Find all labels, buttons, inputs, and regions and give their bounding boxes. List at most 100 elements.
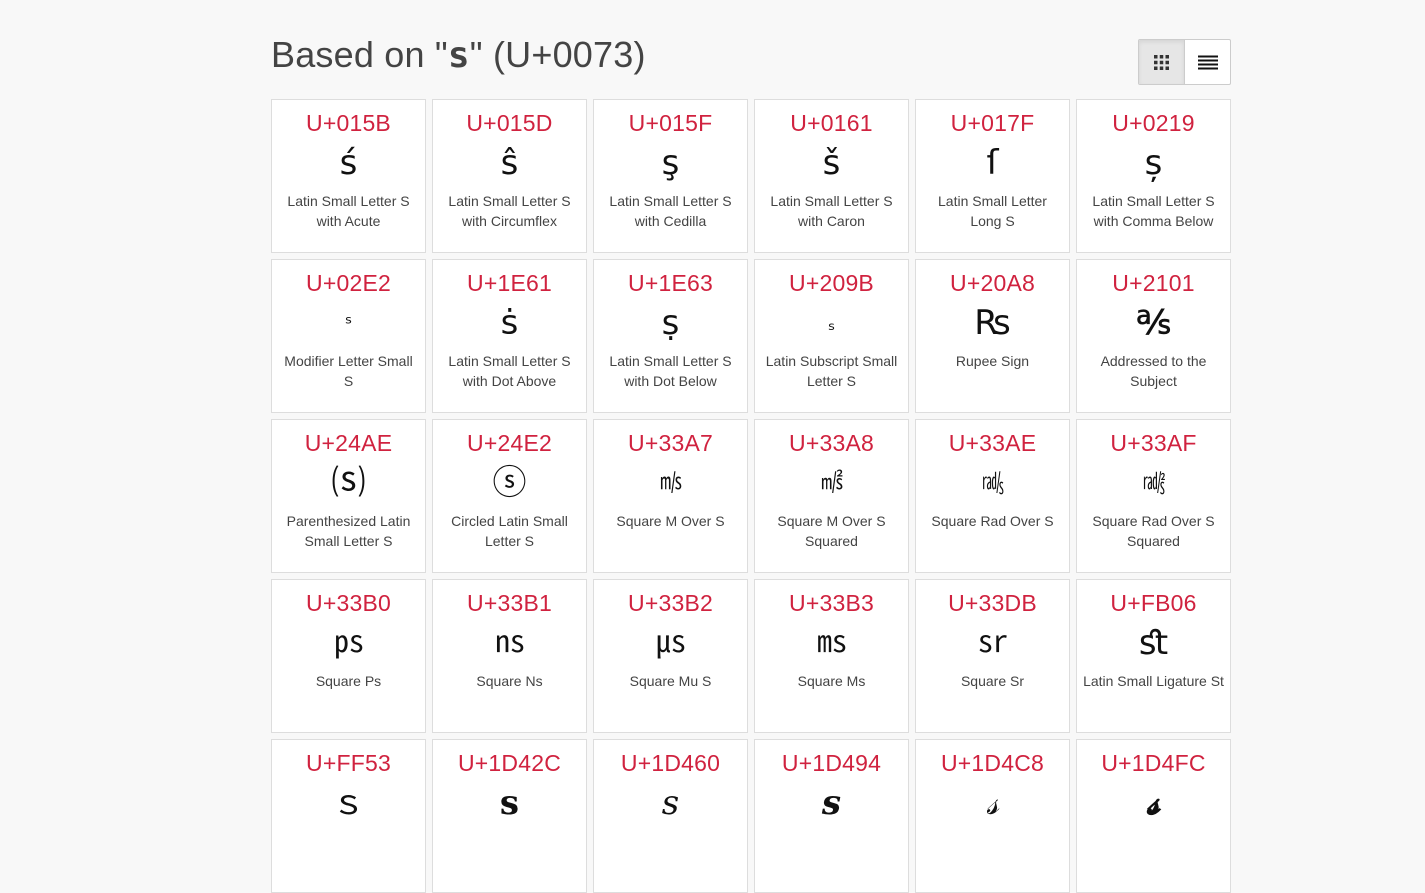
character-card[interactable]: U+1D42C 𝐬	[432, 739, 587, 893]
code-point: U+1E63	[628, 270, 713, 296]
character-name: Latin Small Letter S with Caron	[770, 193, 893, 229]
base-character: s	[447, 35, 470, 76]
character-glyph: ṣ	[661, 303, 680, 343]
character-card[interactable]: U+1D460 𝑠	[593, 739, 748, 893]
character-card[interactable]: U+33B1 ㎱ Square Ns	[432, 579, 587, 733]
character-card[interactable]: U+1D494 𝒔	[754, 739, 909, 893]
code-point: U+33B2	[628, 590, 713, 616]
character-name: Square Sr	[960, 673, 1025, 689]
code-point: U+209B	[789, 270, 874, 296]
character-name: Square Rad Over S Squared	[1092, 513, 1215, 549]
character-glyph: 𝒔	[821, 783, 842, 823]
character-card[interactable]: U+1E61 ṡ Latin Small Letter S with Dot Abo…	[432, 259, 587, 413]
character-card[interactable]: U+33B3 ㎳ Square Ms	[754, 579, 909, 733]
character-card[interactable]: U+33A7 ㎧ Square M Over S	[593, 419, 748, 573]
character-name: Modifier Letter Small S	[284, 353, 413, 389]
character-card[interactable]: U+0161 š Latin Small Letter S with Caron	[754, 99, 909, 253]
code-point: U+015D	[466, 110, 553, 136]
code-point: U+1D4C8	[940, 750, 1045, 776]
code-point: U+33DB	[948, 590, 1037, 616]
character-name: Latin Small Letter S with Acute	[287, 193, 410, 229]
character-glyph: ㎲	[656, 625, 686, 660]
code-point: U+1D4FC	[1101, 750, 1206, 776]
page-header: Based on "s" (U+0073)	[271, 0, 1231, 99]
character-card[interactable]: U+015B ś Latin Small Letter S with Acute	[271, 99, 426, 253]
code-point: U+1D42C	[457, 750, 562, 776]
character-card[interactable]: U+33AE ㎮ Square Rad Over S	[915, 419, 1070, 573]
character-card[interactable]: U+209B ₛ Latin Subscript Small Letter S	[754, 259, 909, 413]
code-point: U+20A8	[950, 270, 1035, 296]
character-card[interactable]: U+0219 ș Latin Small Letter S with Comma B…	[1076, 99, 1231, 253]
character-card[interactable]: U+1D4FC 𝓼	[1076, 739, 1231, 893]
character-glyph: ㏛	[978, 625, 1008, 660]
character-card[interactable]: U+20A8 ₨ Rupee Sign	[915, 259, 1070, 413]
character-glyph: ş	[661, 143, 680, 183]
character-card[interactable]: U+FF53 ｓ	[271, 739, 426, 893]
code-point: U+33AF	[1110, 430, 1197, 456]
character-card[interactable]: U+1E63 ṣ Latin Small Letter S with Dot Bel…	[593, 259, 748, 413]
character-glyph: ℁	[1136, 303, 1171, 343]
character-name: Latin Small Letter Long S	[938, 193, 1047, 229]
character-card[interactable]: U+24E2 ⓢ Circled Latin Small Letter S	[432, 419, 587, 573]
code-point: U+1D460	[620, 750, 721, 776]
character-name: Parenthesized Latin Small Letter S	[286, 513, 411, 549]
character-grid: U+015B ś Latin Small Letter S with Acute U+…	[271, 99, 1231, 893]
character-glyph: ₨	[974, 303, 1011, 343]
page-title: Based on "s" (U+0073)	[271, 34, 646, 76]
character-glyph: š	[822, 143, 841, 183]
view-toggle	[1138, 39, 1231, 85]
title-suffix: " (U+0073)	[469, 34, 646, 75]
title-prefix: Based on "	[271, 34, 448, 75]
character-card[interactable]: U+33AF ㎯ Square Rad Over S Squared	[1076, 419, 1231, 573]
list-view-button[interactable]	[1184, 40, 1230, 84]
code-point: U+FF53	[306, 750, 391, 776]
character-glyph: 𝓈	[986, 783, 999, 823]
character-name: Latin Small Ligature St	[1083, 673, 1224, 689]
character-card[interactable]: U+24AE ⒮ Parenthesized Latin Small Letter …	[271, 419, 426, 573]
character-glyph: ś	[339, 143, 358, 183]
code-point: U+24E2	[467, 430, 552, 456]
code-point: U+33B0	[306, 590, 391, 616]
list-view-icon	[1197, 55, 1218, 69]
code-point: U+2101	[1112, 270, 1195, 296]
code-point: U+02E2	[306, 270, 391, 296]
character-card[interactable]: U+017F ſ Latin Small Letter Long S	[915, 99, 1070, 253]
code-point: U+1D494	[781, 750, 882, 776]
character-glyph: ㎱	[495, 625, 525, 660]
character-card[interactable]: U+015F ş Latin Small Letter S with Cedilla	[593, 99, 748, 253]
character-name: Latin Subscript Small Letter S	[765, 353, 898, 389]
character-name: Latin Small Letter S with Dot Below	[609, 353, 732, 389]
character-name: Addressed to the Subject	[1100, 353, 1207, 389]
character-card[interactable]: U+33B2 ㎲ Square Mu S	[593, 579, 748, 733]
character-glyph: ㎯	[1142, 470, 1165, 495]
character-name: Latin Small Letter S with Dot Above	[448, 353, 571, 389]
character-name: Circled Latin Small Letter S	[451, 513, 568, 549]
character-card[interactable]: U+33DB ㏛ Square Sr	[915, 579, 1070, 733]
character-card[interactable]: U+33A8 ㎨ Square M Over S Squared	[754, 419, 909, 573]
character-name: Square M Over S	[616, 513, 725, 529]
character-name: Square Mu S	[629, 673, 712, 689]
code-point: U+1E61	[467, 270, 552, 296]
character-name: Square Ps	[315, 673, 382, 689]
character-glyph: 𝐬	[499, 783, 520, 823]
code-point: U+33A8	[789, 430, 874, 456]
code-point: U+24AE	[304, 430, 393, 456]
character-card[interactable]: U+015D ŝ Latin Small Letter S with Circumf…	[432, 99, 587, 253]
code-point: U+33B1	[467, 590, 552, 616]
main-container: Based on "s" (U+0073) U+015B ś Latin Sma…	[271, 0, 1231, 893]
grid-view-button[interactable]	[1139, 40, 1184, 84]
character-card[interactable]: U+33B0 ㎰ Square Ps	[271, 579, 426, 733]
character-card[interactable]: U+FB06 ﬆ Latin Small Ligature St	[1076, 579, 1231, 733]
code-point: U+33A7	[628, 430, 713, 456]
character-name: Square Ns	[476, 673, 543, 689]
character-name: Square Rad Over S	[931, 513, 1054, 529]
character-card[interactable]: U+02E2 ˢ Modifier Letter Small S	[271, 259, 426, 413]
code-point: U+0219	[1112, 110, 1195, 136]
character-card[interactable]: U+2101 ℁ Addressed to the Subject	[1076, 259, 1231, 413]
character-card[interactable]: U+1D4C8 𝓈	[915, 739, 1070, 893]
character-glyph: ⓢ	[492, 463, 527, 503]
character-glyph: ㎨	[820, 470, 843, 495]
code-point: U+015B	[306, 110, 391, 136]
character-name: Square Ms	[797, 673, 866, 689]
code-point: U+FB06	[1110, 590, 1197, 616]
